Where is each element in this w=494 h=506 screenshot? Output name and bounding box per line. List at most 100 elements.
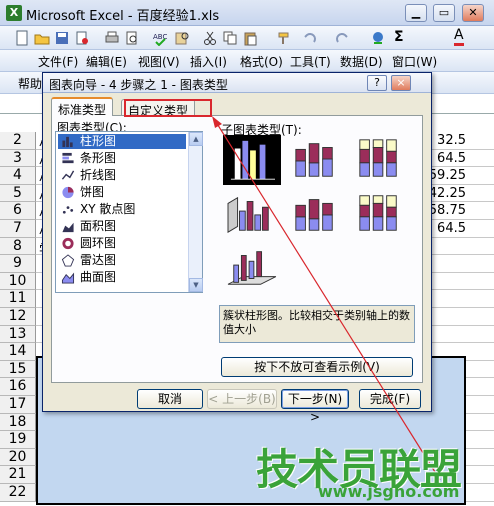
chart-type-list[interactable]: 柱形图条形图折线图饼图 XY 散点图 面积图圆环图雷达图曲面图 (55, 131, 203, 293)
row-header[interactable]: 5 (0, 184, 36, 203)
copy-icon[interactable] (222, 30, 238, 46)
cut-icon[interactable] (202, 30, 218, 46)
new-doc-icon[interactable] (14, 30, 30, 46)
undo-icon[interactable] (302, 30, 318, 46)
close-button[interactable]: ✕ (462, 4, 484, 22)
row-header[interactable]: 22 (0, 484, 36, 502)
3d-clustered-column-subtype[interactable] (223, 189, 281, 239)
menu-window[interactable]: 窗口(W) (392, 53, 437, 70)
hyperlink-icon[interactable] (370, 30, 386, 46)
scroll-up-button[interactable]: ▲ (189, 132, 203, 146)
print-preview-icon[interactable] (124, 30, 140, 46)
row-header[interactable]: 9 (0, 255, 36, 273)
preview-sample-button[interactable]: 按下不放可查看示例(V) (221, 357, 413, 377)
list-item-label: 面积图 (80, 219, 117, 233)
row-header[interactable]: 15 (0, 360, 36, 379)
dialog-close-button[interactable]: × (391, 75, 411, 91)
list-item[interactable]: 雷达图 (58, 253, 186, 268)
menu-file[interactable]: 文件(F) (38, 53, 78, 70)
restore-button[interactable]: ▭ (433, 4, 455, 22)
autosum-icon[interactable]: Σ (394, 29, 404, 45)
cell-value[interactable]: 64.5 (437, 221, 466, 236)
list-item-label: 圆环图 (80, 236, 117, 250)
chart-wizard-dialog: 图表向导 - 4 步骤之 1 - 图表类型 ? × 标准类型 自定义类型 图表类… (42, 72, 432, 424)
stacked-column-subtype[interactable] (287, 135, 345, 185)
3d-stacked-column-subtype[interactable] (287, 189, 345, 239)
3d-percent-stacked-column-subtype[interactable] (351, 189, 409, 239)
save-icon[interactable] (54, 30, 70, 46)
list-item[interactable]: 圆环图 (58, 236, 186, 251)
row-header[interactable]: 3 (0, 149, 36, 168)
list-item[interactable]: 面积图 (58, 219, 186, 234)
row-header[interactable]: 12 (0, 308, 36, 326)
chart-subtype-icon (359, 195, 397, 231)
list-item[interactable]: 饼图 (58, 185, 186, 200)
menu-insert[interactable]: 插入(I) (190, 53, 227, 70)
list-item[interactable]: 曲面图 (58, 270, 186, 285)
list-item[interactable]: 条形图 (58, 151, 186, 166)
back-button[interactable]: < 上一步(B) (207, 389, 277, 409)
list-item-label: XY 散点图 (80, 202, 136, 216)
chart-subtype-icon (359, 139, 397, 177)
scroll-down-button[interactable]: ▼ (189, 278, 203, 292)
cell-value[interactable]: 64.5 (437, 151, 466, 166)
chart-subtype-grid[interactable] (223, 135, 413, 297)
print-icon[interactable] (104, 30, 120, 46)
chart-type-scrollbar[interactable]: ▲ ▼ (188, 132, 203, 292)
row-header[interactable]: 14 (0, 343, 36, 361)
next-button[interactable]: 下一步(N) > (281, 389, 349, 424)
minimize-button[interactable]: ▁ (405, 4, 427, 22)
row-header[interactable]: 7 (0, 220, 36, 238)
row-header[interactable]: 10 (0, 272, 36, 291)
area-chart-icon (62, 222, 74, 233)
row-header[interactable]: 19 (0, 431, 36, 449)
menu-view[interactable]: 视图(V) (138, 53, 180, 70)
tab-standard-types[interactable]: 标准类型 (51, 97, 114, 117)
cancel-button[interactable]: 取消 (137, 389, 203, 409)
format-painter-icon[interactable] (276, 30, 292, 46)
spelling-icon[interactable]: ABC (152, 30, 168, 46)
row-header[interactable]: 13 (0, 325, 36, 344)
cell-value[interactable]: 59.25 (429, 168, 466, 183)
row-header[interactable]: 11 (0, 290, 36, 308)
clustered-column-subtype[interactable] (223, 135, 281, 185)
window-title: Microsoft Excel - 百度经验1.xls (26, 9, 220, 24)
list-item-label: 曲面图 (80, 270, 117, 284)
row-header[interactable]: 6 (0, 202, 36, 220)
row-header[interactable]: 20 (0, 448, 36, 467)
excel-app-icon: X (6, 5, 22, 21)
row-header[interactable]: 18 (0, 413, 36, 432)
standard-toolbar: ABC Σ A (0, 26, 494, 50)
row-header[interactable]: 8 (0, 237, 36, 256)
font-color-icon[interactable]: A (454, 28, 464, 46)
cell-value[interactable]: 32.5 (437, 133, 466, 148)
cell-value[interactable]: 58.75 (429, 203, 466, 218)
dialog-help-button[interactable]: ? (367, 75, 387, 91)
menu-tools[interactable]: 工具(T) (290, 53, 331, 70)
redo-icon[interactable] (334, 30, 350, 46)
percent-stacked-column-subtype[interactable] (351, 135, 409, 185)
menu-data[interactable]: 数据(D) (340, 53, 383, 70)
row-header[interactable]: 2 (0, 132, 36, 150)
open-folder-icon[interactable] (34, 30, 50, 46)
3d-column-subtype[interactable] (223, 243, 281, 293)
menu-edit[interactable]: 编辑(E) (86, 53, 127, 70)
paste-icon[interactable] (242, 30, 258, 46)
permission-icon[interactable] (74, 30, 90, 46)
highlight-box (124, 99, 212, 117)
list-item[interactable]: XY 散点图 (58, 202, 186, 217)
row-header[interactable]: 4 (0, 167, 36, 185)
list-item-label: 折线图 (80, 168, 117, 182)
list-item[interactable]: 柱形图 (58, 134, 186, 149)
row-header[interactable]: 17 (0, 396, 36, 414)
research-icon[interactable] (174, 30, 190, 46)
cell-value[interactable]: 42.25 (429, 186, 466, 201)
row-header[interactable]: 16 (0, 378, 36, 396)
list-item[interactable]: 折线图 (58, 168, 186, 183)
finish-button[interactable]: 完成(F) (359, 389, 421, 409)
row-header[interactable]: 21 (0, 466, 36, 484)
chart-subtype-icon (227, 251, 277, 285)
dialog-title: 图表向导 - 4 步骤之 1 - 图表类型 (49, 78, 228, 92)
menu-format[interactable]: 格式(O) (240, 53, 283, 70)
doughnut-chart-icon (62, 237, 74, 250)
